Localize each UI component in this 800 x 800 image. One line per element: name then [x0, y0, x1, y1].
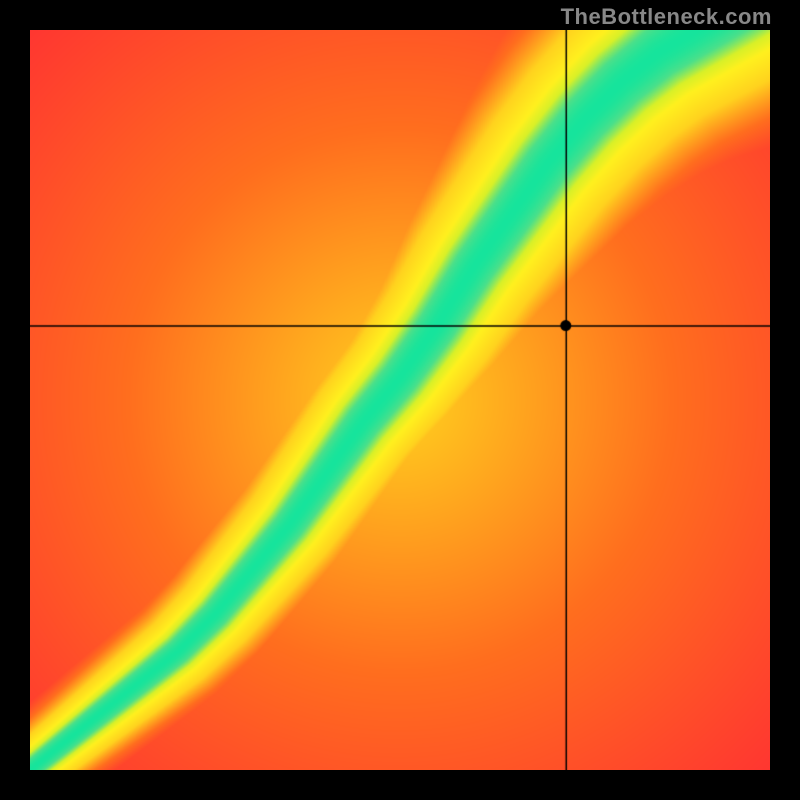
heatmap-plot — [30, 30, 770, 770]
watermark-text: TheBottleneck.com — [561, 4, 772, 30]
chart-container: TheBottleneck.com — [0, 0, 800, 800]
heatmap-canvas — [30, 30, 770, 770]
